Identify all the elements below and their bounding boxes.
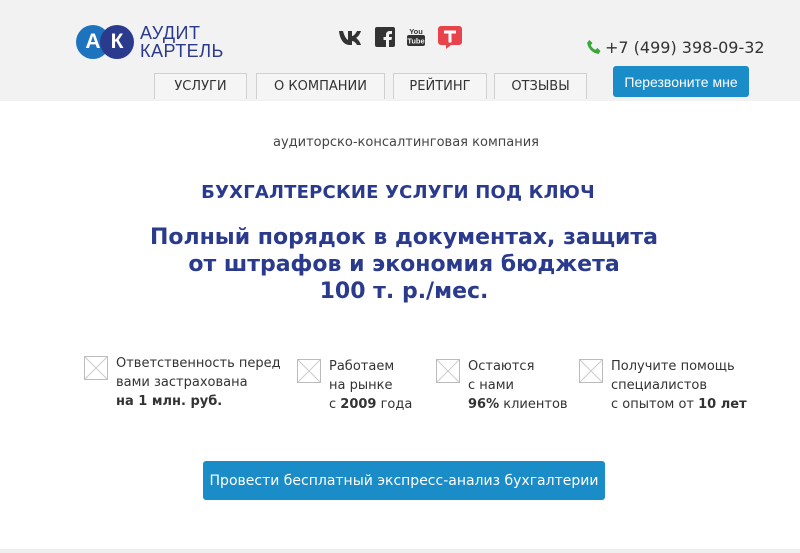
hero-title-line1: Полный порядок в документах, защита [149, 225, 659, 250]
feature-text-part: клиентов [499, 397, 568, 412]
site-header: А К АУДИТ КАРТЕЛЬ You Tube +7 (499) 398-… [0, 0, 800, 101]
feature-line: с 2009 года [329, 395, 412, 414]
svg-text:You: You [409, 27, 423, 36]
tenchat-icon[interactable] [437, 24, 463, 50]
feature-line: на рынке [329, 378, 393, 393]
feature-line: Получите помощь [611, 359, 735, 374]
feature-highlight: 96% [468, 397, 500, 412]
feature-text-part: с [329, 397, 341, 412]
logo-name-line1: АУДИТ [140, 23, 201, 43]
feature-highlight: 10 лет [698, 397, 747, 412]
hero-title-line3: 100 т. р./мес. [319, 279, 489, 304]
feature-line: Остаются [468, 359, 535, 374]
image-placeholder-icon [579, 359, 603, 383]
nav-item-reviews[interactable]: ОТЗЫВЫ [494, 73, 587, 99]
image-placeholder-icon [297, 359, 321, 383]
logo-wordmark: АУДИТ КАРТЕЛЬ [140, 24, 224, 60]
image-placeholder-icon [84, 356, 108, 380]
feature-text: Ответственность перед вами застрахована … [116, 354, 281, 411]
feature-insurance: Ответственность перед вами застрахована … [84, 354, 281, 411]
feature-highlight: 2009 [340, 397, 377, 412]
feature-line: с нами [468, 378, 515, 393]
image-placeholder-icon [436, 359, 460, 383]
feature-line: специалистов [611, 378, 708, 393]
feature-text: Получите помощь специалистов с опытом от… [611, 357, 747, 414]
logo-name-line2: КАРТЕЛЬ [140, 41, 224, 61]
feature-text-part: года [376, 397, 413, 412]
vk-icon[interactable] [338, 27, 364, 47]
feature-specialists: Получите помощь специалистов с опытом от… [579, 357, 747, 414]
feature-line: с опытом от 10 лет [611, 395, 747, 414]
feature-retention: Остаются с нами 96% клиентов [436, 357, 568, 414]
hero-subtitle: аудиторско-консалтинговая компания [273, 135, 539, 150]
section-divider [0, 549, 800, 553]
logo[interactable]: А К АУДИТ КАРТЕЛЬ [76, 24, 224, 60]
phone-contact[interactable]: +7 (499) 398-09-32 [586, 38, 765, 57]
logo-mark: А К [76, 25, 136, 59]
feature-highlight: на 1 млн. руб. [116, 394, 223, 409]
youtube-icon[interactable]: You Tube [406, 26, 426, 48]
logo-letter-k: К [100, 25, 134, 59]
feature-line: вами застрахована [116, 375, 248, 390]
feature-line: 96% клиентов [468, 395, 568, 414]
social-links: You Tube [338, 24, 463, 50]
feature-line: Ответственность перед [116, 356, 281, 371]
svg-text:Tube: Tube [407, 37, 424, 46]
nav-item-about[interactable]: О КОМПАНИИ [256, 73, 385, 99]
feature-experience: Работаем на рынке с 2009 года [297, 357, 412, 414]
express-analysis-button[interactable]: Провести бесплатный экспресс-анализ бухг… [203, 461, 605, 500]
hero-heading: БУХГАЛТЕРСКИЕ УСЛУГИ ПОД КЛЮЧ [201, 182, 595, 203]
feature-line: на 1 млн. руб. [116, 392, 281, 411]
phone-icon [587, 40, 601, 54]
feature-text: Остаются с нами 96% клиентов [468, 357, 568, 414]
phone-number[interactable]: +7 (499) 398-09-32 [605, 38, 765, 57]
hero-title-line2: от штрафов и экономия бюджета [188, 252, 620, 277]
main-nav: УСЛУГИ О КОМПАНИИ РЕЙТИНГ ОТЗЫВЫ [154, 73, 587, 99]
callback-button[interactable]: Перезвоните мне [613, 66, 749, 97]
feature-line: Работаем [329, 359, 395, 374]
feature-text: Работаем на рынке с 2009 года [329, 357, 412, 414]
nav-item-services[interactable]: УСЛУГИ [154, 73, 247, 99]
nav-item-rating[interactable]: РЕЙТИНГ [393, 73, 487, 99]
feature-text-part: с опытом от [611, 397, 699, 412]
facebook-icon[interactable] [375, 27, 395, 47]
hero-title: Полный порядок в документах, защита от ш… [0, 224, 800, 305]
